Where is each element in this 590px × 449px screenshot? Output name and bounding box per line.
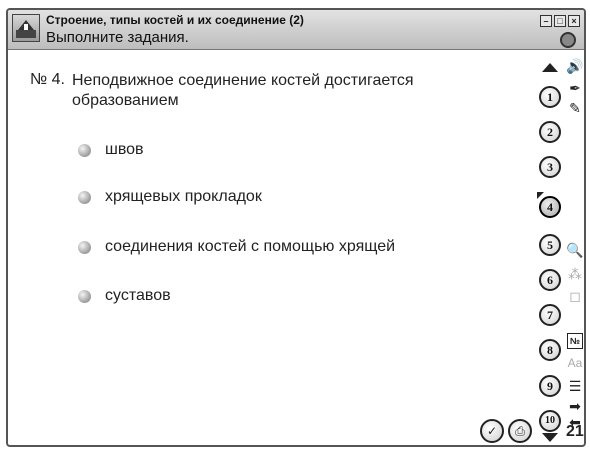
window-controls: – □ × [540, 15, 580, 27]
question-nav-9[interactable]: 9 [539, 375, 561, 397]
question-nav-2[interactable]: 2 [539, 121, 561, 143]
question-text: Неподвижное соединение костей достигаетс… [72, 72, 414, 109]
window-title: Строение, типы костей и их соединение (2… [46, 13, 304, 27]
title-bar: Строение, типы костей и их соединение (2… [8, 10, 584, 50]
answer-option-1[interactable]: швов [78, 141, 144, 159]
sound-icon[interactable]: 🔊 [566, 57, 584, 75]
question-nav-10[interactable]: 10 [539, 410, 561, 432]
maximize-button[interactable]: □ [554, 15, 566, 27]
question-nav-8[interactable]: 8 [539, 339, 561, 361]
question-area: № 4. Неподвижное соединение костей дости… [8, 51, 538, 445]
radio-bullet-icon[interactable] [78, 190, 91, 204]
answer-label: хрящевых прокладок [105, 188, 262, 205]
radio-bullet-icon[interactable] [78, 289, 91, 303]
answer-option-2[interactable]: хрящевых прокладок [78, 188, 262, 206]
number-icon[interactable]: № [567, 333, 583, 349]
zoom-icon: 🔍 [566, 242, 584, 258]
page-number: 21 [566, 423, 584, 440]
puzzle-icon: ⁂ [568, 266, 582, 282]
scroll-up-arrow-icon[interactable] [542, 63, 558, 72]
radio-bullet-icon[interactable] [78, 143, 91, 157]
question-nav-6[interactable]: 6 [539, 269, 561, 291]
question-navigator: 1 2 3 4 5 6 7 8 9 10 [537, 51, 562, 445]
app-logo-icon [12, 14, 40, 42]
window-subtitle: Выполните задания. [46, 29, 189, 46]
pencil-icon[interactable]: ✎ [566, 99, 584, 117]
tool-column: 🔊 ✒ ✎ 🔍 ⁂ ◻ № Aa ☰ ➡ ⬅ 21 [564, 51, 584, 445]
list-icon[interactable]: ☰ [566, 377, 584, 395]
cube-icon: ◻ [569, 288, 581, 304]
question-nav-7[interactable]: 7 [539, 304, 561, 326]
close-button[interactable]: × [568, 15, 580, 27]
scroll-down-arrow-icon[interactable] [542, 433, 558, 442]
minimize-button[interactable]: – [540, 15, 552, 27]
font-icon: Aa [567, 356, 583, 370]
question-nav-3[interactable]: 3 [539, 156, 561, 178]
answer-label: швов [105, 141, 144, 158]
question-number: № 4. [30, 71, 65, 88]
question-nav-5[interactable]: 5 [539, 234, 561, 256]
app-window: Строение, типы костей и их соединение (2… [6, 8, 586, 447]
answer-option-4[interactable]: суставов [78, 287, 171, 305]
check-answer-button[interactable]: ✓ [480, 419, 504, 443]
print-button[interactable]: ⎙ [508, 419, 532, 443]
answer-label: суставов [105, 287, 171, 304]
radio-bullet-icon[interactable] [78, 240, 91, 254]
answer-label: соединения костей с помощью хрящей [105, 238, 396, 255]
answer-option-3[interactable]: соединения костей с помощью хрящей [78, 238, 395, 256]
settings-disc-icon[interactable] [560, 32, 576, 48]
question-nav-4[interactable]: 4 [537, 192, 561, 218]
question-nav-1[interactable]: 1 [539, 86, 561, 108]
pen-icon[interactable]: ✒ [566, 79, 584, 97]
